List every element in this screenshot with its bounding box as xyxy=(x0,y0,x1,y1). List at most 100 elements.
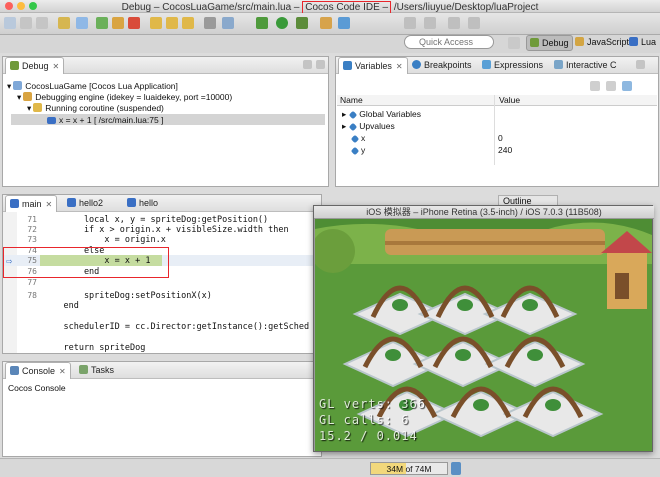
save-icon[interactable] xyxy=(20,17,32,29)
variables-icon xyxy=(343,61,352,70)
game-scene[interactable]: GL verts: 366 GL calls: 6 15.2 / 0.014 xyxy=(315,219,652,451)
variable-row-globals[interactable]: ▸ Global Variables xyxy=(342,109,421,120)
code-line[interactable]: x = origin.x xyxy=(43,235,165,245)
chevron-right-icon[interactable]: ▸ xyxy=(342,121,346,131)
console-icon xyxy=(10,366,19,375)
show-logical-structure-icon[interactable] xyxy=(606,81,616,91)
code-line[interactable]: spriteDog:setPositionX(x) xyxy=(43,291,212,301)
variable-icon xyxy=(350,134,360,144)
external-tools-icon[interactable] xyxy=(296,17,308,29)
tab-hello[interactable]: hello xyxy=(123,195,162,212)
annotation-highlight-box xyxy=(3,247,169,278)
perspective-javascript[interactable]: JavaScript xyxy=(572,35,632,51)
heap-status-label: 34M of 74M xyxy=(386,464,432,474)
variable-icon xyxy=(350,146,360,156)
chevron-down-icon[interactable]: ▾ xyxy=(7,81,11,91)
new-file-icon[interactable] xyxy=(4,17,16,29)
fps-stat: 15.2 / 0.014 xyxy=(319,429,418,443)
thread-suspended-icon xyxy=(33,103,43,112)
line-number: 77 xyxy=(27,278,37,287)
use-step-filters-icon[interactable] xyxy=(222,17,234,29)
line-number: 71 xyxy=(27,215,37,224)
tab-debug[interactable]: Debug ✕ xyxy=(5,57,65,74)
lua-icon xyxy=(629,37,638,46)
previous-annotation-icon[interactable] xyxy=(424,17,436,29)
collapse-all-icon[interactable] xyxy=(622,81,632,91)
stack-frame-icon xyxy=(47,117,56,124)
close-icon[interactable]: ✕ xyxy=(53,62,60,71)
variable-value-x: 0 xyxy=(498,133,503,143)
column-header-name[interactable]: Name xyxy=(340,95,363,105)
next-annotation-icon[interactable] xyxy=(404,17,416,29)
lua-file-icon xyxy=(127,198,136,207)
open-perspective-icon[interactable] xyxy=(508,37,520,49)
back-icon[interactable] xyxy=(448,17,460,29)
tree-item-engine[interactable]: ▾ Debugging engine (idekey = luaidekey, p… xyxy=(17,92,232,102)
tab-interactive-console[interactable]: Interactive C xyxy=(550,57,621,74)
new-project-icon[interactable] xyxy=(320,17,332,29)
maximize-icon[interactable] xyxy=(316,60,325,69)
variable-row-y[interactable]: y xyxy=(350,145,365,156)
save-all-icon[interactable] xyxy=(36,17,48,29)
editor-tabbar: main ✕ hello2 hello xyxy=(3,195,321,212)
expressions-icon xyxy=(482,60,491,69)
column-header-value[interactable]: Value xyxy=(499,95,520,105)
simulator-title: iOS 模拟器 – iPhone Retina (3.5-inch) / iOS… xyxy=(314,206,654,219)
suspend-icon[interactable] xyxy=(112,17,124,29)
chevron-right-icon[interactable]: ▸ xyxy=(342,109,346,119)
show-type-names-icon[interactable] xyxy=(590,81,600,91)
editor-gutter xyxy=(3,212,17,353)
close-icon[interactable]: ✕ xyxy=(59,367,66,376)
variables-view-tabbar: Variables ✕ Breakpoints Expressions Inter… xyxy=(336,57,658,74)
bug-icon xyxy=(530,38,539,47)
chevron-down-icon[interactable]: ▾ xyxy=(27,103,31,113)
tab-console[interactable]: Console ✕ xyxy=(5,362,71,379)
open-folder-icon[interactable] xyxy=(338,17,350,29)
code-line[interactable]: schedulerID = cc.Director:getInstance():… xyxy=(43,322,309,332)
step-over-icon[interactable] xyxy=(166,17,178,29)
tab-breakpoints[interactable]: Breakpoints xyxy=(408,57,476,74)
step-into-icon[interactable] xyxy=(150,17,162,29)
tree-item-application[interactable]: ▾ CocosLuaGame [Cocos Lua Application] xyxy=(7,81,178,91)
minimize-icon[interactable] xyxy=(303,60,312,69)
debug-run-icon[interactable] xyxy=(256,17,268,29)
variable-row-x[interactable]: x xyxy=(350,133,365,144)
terminate-icon[interactable] xyxy=(128,17,140,29)
tab-hello2[interactable]: hello2 xyxy=(63,195,107,212)
run-icon[interactable] xyxy=(276,17,288,29)
perspective-debug[interactable]: Debug xyxy=(526,35,573,51)
debug-target-icon xyxy=(23,92,33,101)
tab-tasks[interactable]: Tasks xyxy=(75,362,118,379)
drop-frame-icon[interactable] xyxy=(204,17,216,29)
window-title-path: Debug – CocosLuaGame/src/main.lua – xyxy=(121,2,300,13)
perspective-lua[interactable]: Lua xyxy=(626,35,659,51)
step-return-icon[interactable] xyxy=(182,17,194,29)
code-line[interactable]: end xyxy=(43,301,78,311)
skip-breakpoints-icon[interactable] xyxy=(76,17,88,29)
close-icon[interactable]: ✕ xyxy=(396,62,403,71)
open-type-icon[interactable] xyxy=(58,17,70,29)
tab-variables[interactable]: Variables ✕ xyxy=(338,57,408,74)
tree-item-stack-frame[interactable]: x = x + 1 [ /src/main.lua:75 ] xyxy=(47,115,163,125)
line-number: 73 xyxy=(27,235,37,244)
debug-view: Debug ✕ ▾ CocosLuaGame [Cocos Lua Applicat… xyxy=(2,56,329,187)
quick-access-input[interactable] xyxy=(404,35,494,49)
forward-icon[interactable] xyxy=(468,17,480,29)
code-line[interactable]: if x > origin.x + visibleSize.width then xyxy=(43,225,289,235)
view-menu-icon[interactable] xyxy=(636,60,645,69)
window-title-project: /Users/liuyue/Desktop/luaProject xyxy=(393,2,539,13)
resume-icon[interactable] xyxy=(96,17,108,29)
heap-status[interactable]: 34M of 74M xyxy=(370,462,448,475)
code-line[interactable]: local x, y = spriteDog:getPosition() xyxy=(43,215,268,225)
variable-value-y: 240 xyxy=(498,145,513,155)
javascript-icon xyxy=(575,37,584,46)
trash-icon[interactable] xyxy=(451,462,461,475)
tab-main[interactable]: main ✕ xyxy=(5,195,58,212)
code-line[interactable]: return spriteDog xyxy=(43,343,145,353)
ios-simulator-window: iOS 模拟器 – iPhone Retina (3.5-inch) / iOS… xyxy=(313,205,654,452)
chevron-down-icon[interactable]: ▾ xyxy=(17,92,21,102)
close-icon[interactable]: ✕ xyxy=(46,200,53,209)
variable-row-upvalues[interactable]: ▸ Upvalues xyxy=(342,121,395,132)
tree-item-coroutine[interactable]: ▾ Running coroutine (suspended) xyxy=(27,103,164,113)
tab-expressions[interactable]: Expressions xyxy=(478,57,547,74)
